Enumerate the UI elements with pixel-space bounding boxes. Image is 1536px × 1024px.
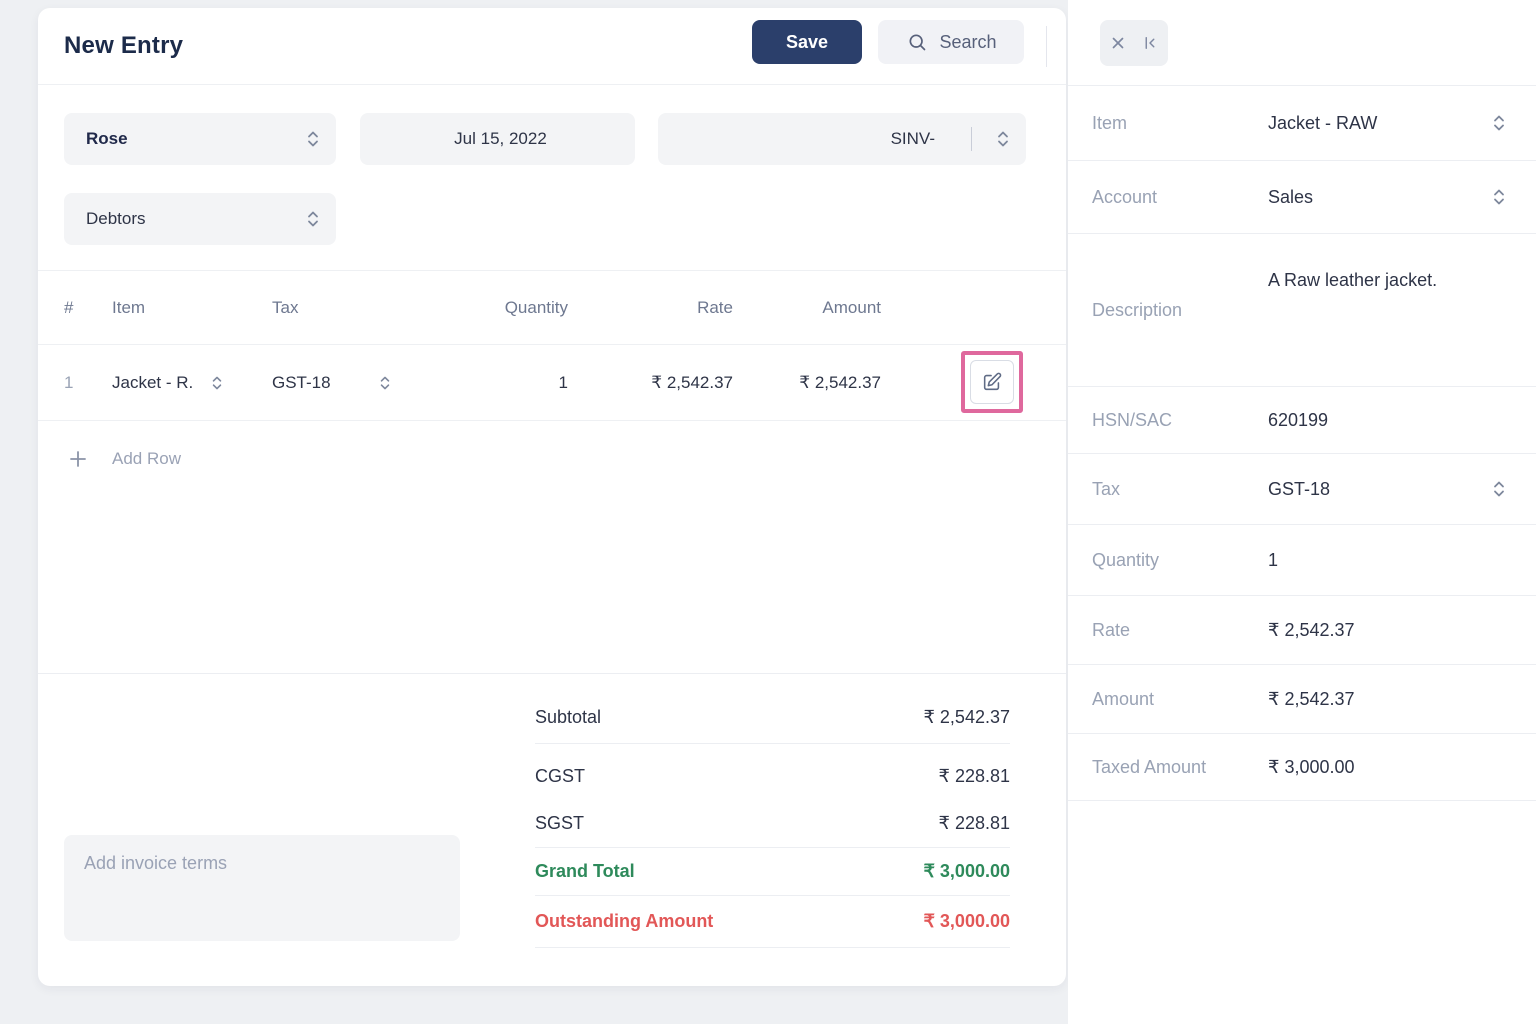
detail-taxed-amount-value: ₹ 3,000.00 [1268, 756, 1355, 777]
panel-button-group [1100, 20, 1168, 66]
collapse-panel-icon[interactable] [1138, 31, 1162, 55]
row-item-select[interactable]: Jacket - R. [112, 373, 272, 393]
date-input-value: Jul 15, 2022 [454, 129, 547, 148]
invoice-terms-input[interactable] [64, 835, 460, 941]
detail-item-label: Item [1092, 112, 1128, 133]
select-chevron-icon [1492, 187, 1506, 207]
detail-hsn-label: HSN/SAC [1092, 409, 1173, 430]
outstanding-amount-label: Outstanding Amount [535, 911, 714, 931]
detail-row-amount: Amount ₹ 2,542.37 [1068, 665, 1536, 734]
cgst-row: CGST ₹ 228.81 [535, 752, 1010, 800]
select-chevron-icon [996, 129, 1010, 149]
detail-description-value: A Raw leather jacket. [1268, 270, 1438, 290]
detail-tax-value: GST-18 [1268, 478, 1331, 499]
subtotal-value: ₹ 2,542.37 [923, 707, 1010, 727]
account-select-value: Debtors [86, 209, 146, 228]
detail-amount-value: ₹ 2,542.37 [1268, 688, 1355, 709]
detail-hsn-value: 620199 [1268, 409, 1329, 430]
table-row: 1 Jacket - R. GST-18 1 ₹ 2,542.37 ₹ 2,54… [38, 345, 1066, 421]
close-icon[interactable] [1106, 31, 1130, 55]
add-row-label: Add Row [112, 448, 181, 468]
detail-row-item[interactable]: Item Jacket - RAW [1068, 86, 1536, 161]
card-header: New Entry Save Search [38, 8, 1066, 85]
search-button-label: Search [939, 31, 997, 52]
subtotal-label: Subtotal [535, 707, 602, 727]
detail-rate-value: ₹ 2,542.37 [1268, 619, 1355, 640]
totals-section: Subtotal ₹ 2,542.37 CGST ₹ 228.81 SGST ₹… [535, 692, 1010, 948]
col-header-rate: Rate [697, 297, 733, 317]
save-button[interactable]: Save [752, 20, 862, 64]
sgst-label: SGST [535, 813, 585, 833]
outstanding-amount-row: Outstanding Amount ₹ 3,000.00 [535, 896, 1010, 948]
detail-description-label: Description [1092, 299, 1183, 320]
col-header-hash: # [64, 297, 74, 317]
row-item-value: Jacket - R. [112, 372, 194, 392]
footer-divider [38, 673, 1066, 674]
header-divider [1046, 26, 1047, 67]
detail-account-value: Sales [1268, 186, 1314, 207]
select-chevron-icon [306, 209, 320, 229]
col-header-tax: Tax [272, 297, 299, 317]
detail-row-account[interactable]: Account Sales [1068, 161, 1536, 234]
detail-quantity-value: 1 [1268, 549, 1279, 570]
edit-icon [981, 371, 1003, 393]
outstanding-amount-value: ₹ 3,000.00 [923, 911, 1010, 931]
cgst-value: ₹ 228.81 [938, 765, 1010, 786]
select-chevron-icon [211, 374, 223, 392]
row-quantity-input[interactable]: 1 [418, 373, 568, 393]
add-row-button[interactable]: Add Row [38, 421, 1066, 496]
number-series-select[interactable]: SINV- [658, 113, 1026, 165]
detail-amount-label: Amount [1092, 688, 1155, 709]
party-select[interactable]: Rose [64, 113, 336, 165]
detail-taxed-amount-label: Taxed Amount [1092, 756, 1207, 777]
detail-row-description[interactable]: Description A Raw leather jacket. [1068, 234, 1536, 387]
detail-account-label: Account [1092, 186, 1158, 207]
edit-row-button[interactable] [970, 360, 1014, 404]
sgst-value: ₹ 228.81 [938, 813, 1010, 833]
new-entry-card: New Entry Save Search Rose Jul 15, 2022 … [38, 8, 1066, 986]
row-tax-select[interactable]: GST-18 [272, 373, 418, 393]
account-select[interactable]: Debtors [64, 193, 336, 245]
items-table-header: # Item Tax Quantity Rate Amount [38, 270, 1066, 345]
item-detail-panel: Item Jacket - RAW Account Sales Descript… [1068, 0, 1536, 1024]
grand-total-label: Grand Total [535, 861, 635, 881]
text-cursor [971, 127, 972, 151]
date-input[interactable]: Jul 15, 2022 [360, 113, 635, 165]
number-series-value: SINV- [890, 129, 935, 148]
plus-icon [68, 449, 88, 469]
page-title: New Entry [64, 32, 184, 59]
row-amount-value: ₹ 2,542.37 [799, 372, 881, 392]
detail-row-quantity[interactable]: Quantity 1 [1068, 525, 1536, 596]
detail-row-tax[interactable]: Tax GST-18 [1068, 454, 1536, 525]
select-chevron-icon [1492, 479, 1506, 499]
subtotal-row: Subtotal ₹ 2,542.37 [535, 692, 1010, 744]
search-icon [905, 30, 929, 54]
row-tax-value: GST-18 [272, 372, 331, 392]
select-chevron-icon [1492, 113, 1506, 133]
select-chevron-icon [379, 374, 391, 392]
sgst-row: SGST ₹ 228.81 [535, 800, 1010, 848]
row-rate-input[interactable]: ₹ 2,542.37 [568, 373, 733, 393]
detail-row-hsn[interactable]: HSN/SAC 620199 [1068, 387, 1536, 454]
grand-total-value: ₹ 3,000.00 [923, 861, 1010, 881]
detail-quantity-label: Quantity [1092, 549, 1160, 570]
col-header-quantity: Quantity [504, 297, 568, 317]
select-chevron-icon [306, 129, 320, 149]
party-select-value: Rose [86, 129, 128, 148]
cgst-label: CGST [535, 765, 586, 786]
detail-row-taxed-amount: Taxed Amount ₹ 3,000.00 [1068, 734, 1536, 801]
detail-item-value: Jacket - RAW [1268, 112, 1378, 133]
detail-rate-label: Rate [1092, 619, 1131, 640]
grand-total-row: Grand Total ₹ 3,000.00 [535, 848, 1010, 896]
detail-row-rate[interactable]: Rate ₹ 2,542.37 [1068, 596, 1536, 665]
detail-panel-toolbar [1068, 0, 1536, 85]
detail-tax-label: Tax [1092, 478, 1121, 499]
row-index: 1 [64, 372, 74, 392]
search-button[interactable]: Search [878, 20, 1024, 64]
col-header-amount: Amount [822, 297, 881, 317]
detail-panel-rows: Item Jacket - RAW Account Sales Descript… [1068, 85, 1536, 801]
col-header-item: Item [112, 297, 146, 317]
